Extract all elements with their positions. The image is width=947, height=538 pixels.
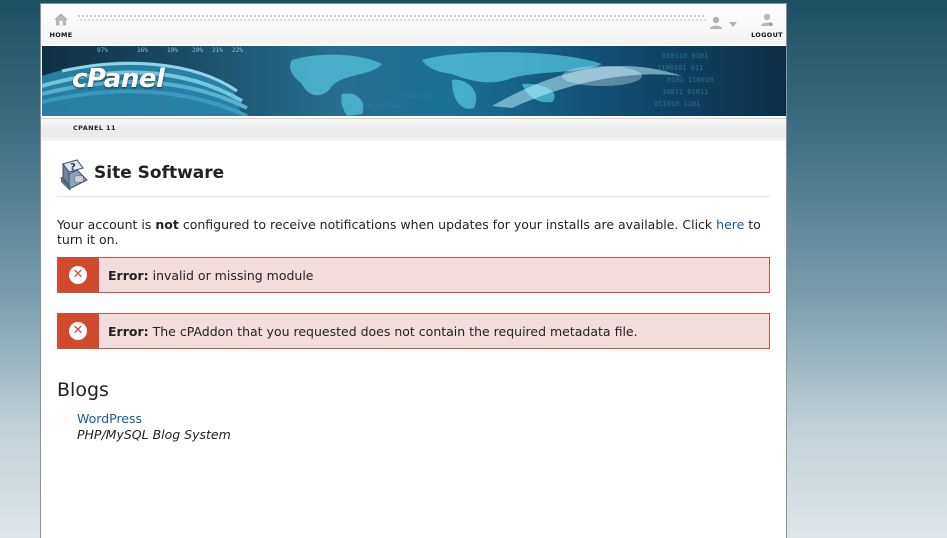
version-label: CPANEL 11 [73, 124, 116, 132]
blog-description: PHP/MySQL Blog System [77, 427, 231, 442]
blog-list: WordPress PHP/MySQL Blog System [77, 411, 770, 442]
error-icon-panel: ✕ [58, 314, 99, 348]
svg-text:?: ? [70, 162, 76, 173]
error-x-icon: ✕ [69, 322, 87, 340]
notification-notice: Your account is not configured to receiv… [57, 217, 770, 247]
cpanel-window: HOME LOGOUT 010110 0101 1100101 011 0101… [40, 3, 787, 538]
error-text: Error: The cPAddon that you requested do… [108, 324, 638, 339]
error-message-box: ✕ Error: The cPAddon that you requested … [57, 313, 770, 349]
error-message: invalid or missing module [152, 268, 314, 283]
error-message: The cPAddon that you requested does not … [152, 324, 638, 339]
notice-middle: configured to receive notifications when… [178, 217, 717, 232]
svg-text:21%: 21% [212, 47, 223, 54]
svg-text:10011 01011: 10011 01011 [662, 88, 708, 96]
svg-text:16%: 16% [137, 47, 148, 54]
wordpress-link[interactable]: WordPress [77, 411, 770, 426]
page-header: ? Site Software [57, 154, 770, 197]
svg-text:10110 0101: 10110 0101 [362, 102, 404, 110]
cpanel-logo[interactable]: cPanel [72, 64, 165, 94]
svg-text:0101 110010: 0101 110010 [667, 76, 713, 84]
banner-numbers: 97% 16% 19% 20% 21% 22% [97, 47, 243, 54]
svg-text:97%: 97% [97, 47, 108, 54]
svg-text:011010 1101: 011010 1101 [654, 100, 700, 108]
user-icon [710, 16, 722, 29]
error-message-box: ✕ Error: invalid or missing module [57, 257, 770, 293]
dot-pattern [77, 18, 706, 22]
version-strip: CPANEL 11 [41, 118, 786, 141]
error-label: Error: [108, 268, 149, 283]
notice-emphasis: not [155, 217, 179, 232]
top-navigation-bar: HOME LOGOUT [41, 4, 786, 44]
user-menu-button[interactable] [709, 16, 741, 30]
logout-icon [761, 13, 773, 26]
svg-text:010110 0101: 010110 0101 [662, 52, 708, 60]
list-item: WordPress PHP/MySQL Blog System [77, 411, 770, 442]
error-x-icon: ✕ [69, 266, 87, 284]
svg-text:22%: 22% [232, 47, 243, 54]
error-label: Error: [108, 324, 149, 339]
svg-text:1100101 011: 1100101 011 [657, 64, 703, 72]
notice-prefix: Your account is [57, 217, 156, 232]
error-icon-panel: ✕ [58, 258, 99, 292]
logout-label: LOGOUT [751, 31, 783, 39]
main-content: ? Site Software Your account is not conf… [57, 154, 770, 442]
home-label: HOME [49, 31, 73, 39]
blogs-heading: Blogs [57, 379, 109, 401]
svg-text:19%: 19% [167, 47, 178, 54]
svg-text:0110 101: 0110 101 [402, 92, 436, 100]
chevron-down-icon [729, 22, 737, 27]
page-title: Site Software [94, 163, 225, 183]
enable-notifications-link[interactable]: here [716, 217, 744, 232]
svg-text:20%: 20% [192, 47, 203, 54]
software-book-icon: ? [60, 159, 88, 190]
home-button[interactable]: HOME [46, 13, 76, 41]
cpanel-banner: 010110 0101 1100101 011 0101 110010 1001… [42, 46, 786, 116]
logout-button[interactable]: LOGOUT [749, 13, 785, 41]
home-icon [54, 13, 68, 26]
error-text: Error: invalid or missing module [108, 268, 314, 283]
